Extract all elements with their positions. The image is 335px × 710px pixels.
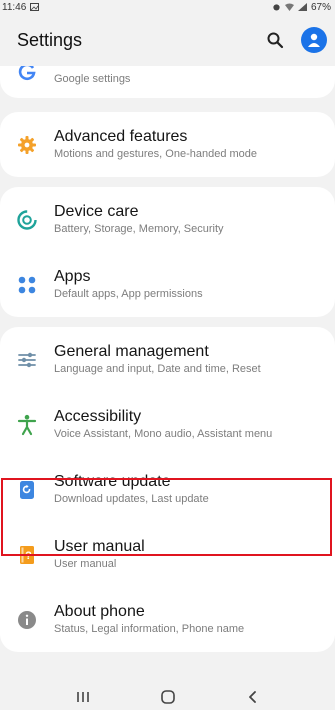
settings-item-google[interactable]: Google settings [0, 66, 335, 98]
settings-item-subtitle: Google settings [54, 72, 131, 85]
battery-level: 67% [310, 1, 331, 13]
back-icon [248, 691, 256, 703]
settings-item-title: Device care [54, 203, 139, 220]
settings-item-title: Software update [54, 473, 171, 490]
card-device-apps: Device care Battery, Storage, Memory, Se… [0, 187, 335, 317]
wifi-icon [284, 3, 294, 11]
person-icon [308, 33, 320, 47]
recents-icon [76, 692, 89, 702]
settings-item-user-manual[interactable]: ? User manual User manual [0, 522, 335, 587]
svg-text:?: ? [25, 550, 32, 562]
settings-item-subtitle: Battery, Storage, Memory, Security [54, 223, 224, 235]
settings-item-general-management[interactable]: General management Language and input, D… [0, 327, 335, 392]
sliders-icon [14, 347, 40, 373]
navigation-bar [0, 684, 335, 710]
apps-grid-icon [14, 272, 40, 298]
signal-icon [297, 3, 307, 11]
accessibility-icon [14, 412, 40, 438]
settings-item-apps[interactable]: Apps Default apps, App permissions [0, 252, 335, 317]
status-bar: 11:46 67% [0, 0, 335, 14]
alarm-icon [273, 4, 280, 11]
settings-item-subtitle: User manual [54, 558, 117, 570]
card-general: General management Language and input, D… [0, 327, 335, 652]
settings-item-subtitle: Default apps, App permissions [54, 288, 203, 300]
settings-item-title: Advanced features [54, 128, 188, 145]
settings-item-title: General management [54, 343, 209, 360]
card-google: Google settings [0, 66, 335, 98]
card-advanced: Advanced features Motions and gestures, … [0, 112, 335, 177]
home-icon [160, 690, 175, 704]
search-button[interactable] [263, 28, 287, 52]
account-button[interactable] [301, 27, 327, 53]
settings-item-subtitle: Status, Legal information, Phone name [54, 623, 245, 635]
settings-item-subtitle: Voice Assistant, Mono audio, Assistant m… [54, 428, 273, 440]
settings-item-accessibility[interactable]: Accessibility Voice Assistant, Mono audi… [0, 392, 335, 457]
gallery-notification-icon [30, 3, 40, 11]
settings-item-subtitle: Motions and gestures, One-handed mode [54, 148, 258, 160]
page-title: Settings [17, 29, 83, 50]
software-update-icon [14, 477, 40, 503]
settings-item-device-care[interactable]: Device care Battery, Storage, Memory, Se… [0, 187, 335, 252]
settings-list: Google settings Advanced features Motion… [0, 66, 335, 684]
status-time: 11:46 [2, 1, 27, 13]
device-care-icon [14, 207, 40, 233]
info-icon [14, 607, 40, 633]
app-bar: Settings [0, 14, 335, 66]
settings-item-advanced-features[interactable]: Advanced features Motions and gestures, … [0, 112, 335, 177]
settings-item-subtitle: Language and input, Date and time, Reset [54, 363, 261, 375]
google-icon [14, 66, 40, 85]
settings-item-title: Accessibility [54, 408, 142, 425]
gear-icon [14, 132, 40, 158]
back-button[interactable] [241, 685, 265, 709]
home-button[interactable] [156, 685, 180, 709]
manual-icon: ? [14, 542, 40, 568]
settings-item-software-update[interactable]: Software update Download updates, Last u… [0, 457, 335, 522]
search-icon [267, 32, 284, 49]
settings-item-title: About phone [54, 603, 145, 620]
settings-item-about-phone[interactable]: About phone Status, Legal information, P… [0, 587, 335, 652]
settings-item-title: Apps [54, 268, 91, 285]
recents-button[interactable] [71, 685, 95, 709]
settings-item-title: User manual [54, 538, 145, 555]
settings-item-subtitle: Download updates, Last update [54, 493, 209, 505]
